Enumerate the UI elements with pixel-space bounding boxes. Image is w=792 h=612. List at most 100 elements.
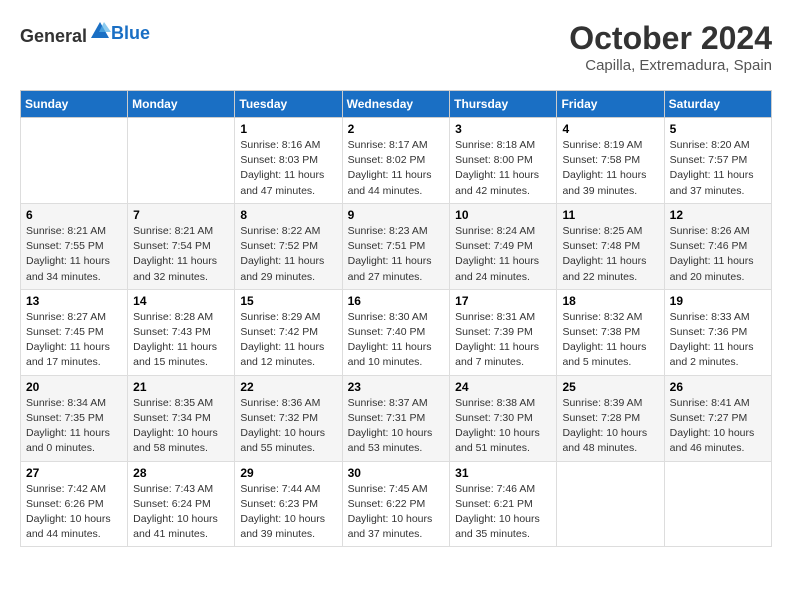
day-number: 12 [670,208,766,222]
day-number: 10 [455,208,551,222]
day-number: 13 [26,294,122,308]
day-cell [128,118,235,204]
week-row-3: 13 Sunrise: 8:27 AMSunset: 7:45 PMDayligh… [21,289,772,375]
day-detail: Sunrise: 8:25 AMSunset: 7:48 PMDaylight:… [562,224,658,285]
header-sunday: Sunday [21,91,128,118]
page-header: General Blue October 2024 Capilla, Extre… [20,20,772,74]
day-cell: 29 Sunrise: 7:44 AMSunset: 6:23 PMDayligh… [235,461,342,547]
logo-general: General [20,26,87,46]
day-cell: 25 Sunrise: 8:39 AMSunset: 7:28 PMDayligh… [557,375,664,461]
day-cell: 28 Sunrise: 7:43 AMSunset: 6:24 PMDayligh… [128,461,235,547]
week-row-4: 20 Sunrise: 8:34 AMSunset: 7:35 PMDayligh… [21,375,772,461]
day-detail: Sunrise: 8:23 AMSunset: 7:51 PMDaylight:… [348,224,445,285]
day-cell [21,118,128,204]
day-detail: Sunrise: 8:18 AMSunset: 8:00 PMDaylight:… [455,138,551,199]
day-cell: 16 Sunrise: 8:30 AMSunset: 7:40 PMDayligh… [342,289,450,375]
day-cell: 4 Sunrise: 8:19 AMSunset: 7:58 PMDaylight… [557,118,664,204]
day-number: 30 [348,466,445,480]
logo-icon [89,20,111,42]
day-detail: Sunrise: 8:41 AMSunset: 7:27 PMDaylight:… [670,396,766,457]
day-cell: 31 Sunrise: 7:46 AMSunset: 6:21 PMDayligh… [450,461,557,547]
day-number: 27 [26,466,122,480]
day-number: 21 [133,380,229,394]
day-number: 20 [26,380,122,394]
day-cell: 19 Sunrise: 8:33 AMSunset: 7:36 PMDayligh… [664,289,771,375]
day-number: 16 [348,294,445,308]
day-number: 31 [455,466,551,480]
day-number: 22 [240,380,336,394]
day-detail: Sunrise: 8:35 AMSunset: 7:34 PMDaylight:… [133,396,229,457]
day-cell: 11 Sunrise: 8:25 AMSunset: 7:48 PMDayligh… [557,203,664,289]
day-cell: 6 Sunrise: 8:21 AMSunset: 7:55 PMDaylight… [21,203,128,289]
day-detail: Sunrise: 8:32 AMSunset: 7:38 PMDaylight:… [562,310,658,371]
day-detail: Sunrise: 8:16 AMSunset: 8:03 PMDaylight:… [240,138,336,199]
day-cell: 8Sunrise: 8:22 AMSunset: 7:52 PMDaylight… [235,203,342,289]
day-cell: 12 Sunrise: 8:26 AMSunset: 7:46 PMDayligh… [664,203,771,289]
day-detail: Sunrise: 8:24 AMSunset: 7:49 PMDaylight:… [455,224,551,285]
day-number: 15 [240,294,336,308]
day-detail: Sunrise: 7:46 AMSunset: 6:21 PMDaylight:… [455,482,551,543]
logo-blue: Blue [111,23,150,44]
day-number: 19 [670,294,766,308]
day-number: 5 [670,122,766,136]
day-cell [557,461,664,547]
day-cell: 30 Sunrise: 7:45 AMSunset: 6:22 PMDayligh… [342,461,450,547]
month-title: October 2024 [569,20,772,57]
day-detail: Sunrise: 8:21 AMSunset: 7:54 PMDaylight:… [133,224,229,285]
day-detail: Sunrise: 7:44 AMSunset: 6:23 PMDaylight:… [240,482,336,543]
day-detail: Sunrise: 8:33 AMSunset: 7:36 PMDaylight:… [670,310,766,371]
location-title: Capilla, Extremadura, Spain [569,57,772,74]
day-detail: Sunrise: 8:21 AMSunset: 7:55 PMDaylight:… [26,224,122,285]
day-number: 11 [562,208,658,222]
day-number: 6 [26,208,122,222]
header-friday: Friday [557,91,664,118]
day-detail: Sunrise: 8:27 AMSunset: 7:45 PMDaylight:… [26,310,122,371]
day-cell: 21 Sunrise: 8:35 AMSunset: 7:34 PMDayligh… [128,375,235,461]
day-number: 14 [133,294,229,308]
title-block: October 2024 Capilla, Extremadura, Spain [569,20,772,74]
day-detail: Sunrise: 7:42 AMSunset: 6:26 PMDaylight:… [26,482,122,543]
day-number: 28 [133,466,229,480]
day-detail: Sunrise: 8:34 AMSunset: 7:35 PMDaylight:… [26,396,122,457]
day-detail: Sunrise: 7:43 AMSunset: 6:24 PMDaylight:… [133,482,229,543]
day-cell: 14Sunrise: 8:28 AMSunset: 7:43 PMDayligh… [128,289,235,375]
day-number: 4 [562,122,658,136]
day-cell: 3Sunrise: 8:18 AMSunset: 8:00 PMDaylight… [450,118,557,204]
day-number: 7 [133,208,229,222]
day-cell: 17 Sunrise: 8:31 AMSunset: 7:39 PMDayligh… [450,289,557,375]
day-number: 8 [240,208,336,222]
day-number: 29 [240,466,336,480]
week-row-1: 1 Sunrise: 8:16 AMSunset: 8:03 PMDaylight… [21,118,772,204]
week-row-2: 6 Sunrise: 8:21 AMSunset: 7:55 PMDaylight… [21,203,772,289]
day-cell: 23Sunrise: 8:37 AMSunset: 7:31 PMDayligh… [342,375,450,461]
header-monday: Monday [128,91,235,118]
day-number: 17 [455,294,551,308]
header-saturday: Saturday [664,91,771,118]
day-cell: 2Sunrise: 8:17 AMSunset: 8:02 PMDaylight… [342,118,450,204]
calendar-table: Sunday Monday Tuesday Wednesday Thursday… [20,90,772,547]
days-header-row: Sunday Monday Tuesday Wednesday Thursday… [21,91,772,118]
day-detail: Sunrise: 7:45 AMSunset: 6:22 PMDaylight:… [348,482,445,543]
day-detail: Sunrise: 8:30 AMSunset: 7:40 PMDaylight:… [348,310,445,371]
day-cell: 22Sunrise: 8:36 AMSunset: 7:32 PMDayligh… [235,375,342,461]
header-tuesday: Tuesday [235,91,342,118]
day-detail: Sunrise: 8:29 AMSunset: 7:42 PMDaylight:… [240,310,336,371]
day-cell [664,461,771,547]
header-thursday: Thursday [450,91,557,118]
day-number: 25 [562,380,658,394]
day-detail: Sunrise: 8:39 AMSunset: 7:28 PMDaylight:… [562,396,658,457]
day-cell: 10 Sunrise: 8:24 AMSunset: 7:49 PMDayligh… [450,203,557,289]
day-cell: 7 Sunrise: 8:21 AMSunset: 7:54 PMDaylight… [128,203,235,289]
day-detail: Sunrise: 8:31 AMSunset: 7:39 PMDaylight:… [455,310,551,371]
day-detail: Sunrise: 8:17 AMSunset: 8:02 PMDaylight:… [348,138,445,199]
day-detail: Sunrise: 8:20 AMSunset: 7:57 PMDaylight:… [670,138,766,199]
day-detail: Sunrise: 8:26 AMSunset: 7:46 PMDaylight:… [670,224,766,285]
day-number: 24 [455,380,551,394]
header-wednesday: Wednesday [342,91,450,118]
day-detail: Sunrise: 8:19 AMSunset: 7:58 PMDaylight:… [562,138,658,199]
day-cell: 9Sunrise: 8:23 AMSunset: 7:51 PMDaylight… [342,203,450,289]
day-cell: 13 Sunrise: 8:27 AMSunset: 7:45 PMDayligh… [21,289,128,375]
day-detail: Sunrise: 8:38 AMSunset: 7:30 PMDaylight:… [455,396,551,457]
day-number: 1 [240,122,336,136]
day-cell: 24 Sunrise: 8:38 AMSunset: 7:30 PMDayligh… [450,375,557,461]
